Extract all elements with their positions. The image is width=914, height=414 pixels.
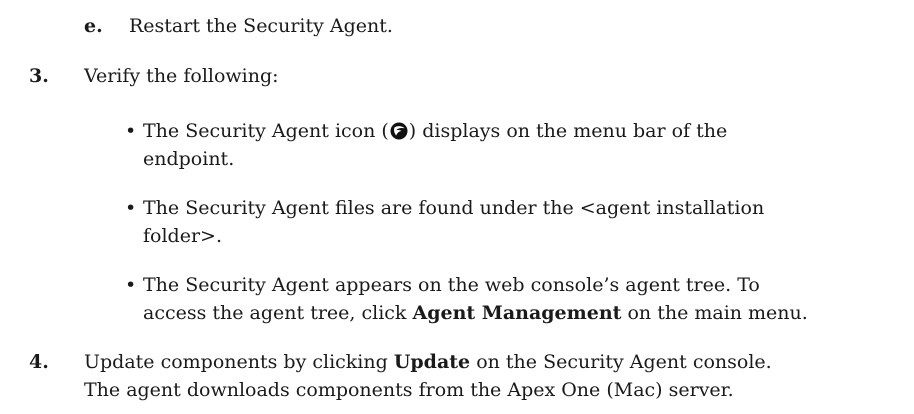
bullet-3-line-2: access the agent tree, click Agent Manag…	[143, 299, 808, 327]
bullet-marker: •	[125, 274, 137, 296]
bullet-marker: •	[125, 120, 137, 142]
step-3-marker: 3.	[29, 65, 49, 87]
step-4-line-2: The agent downloads components from the …	[84, 379, 734, 401]
bullet-1-line-2: endpoint.	[143, 148, 235, 170]
document-page: e. Restart the Security Agent. 3. Verify…	[0, 0, 914, 414]
step-4-line-1: Update components by clicking Update on …	[84, 348, 772, 376]
bullet-1-line-1: The Security Agent icon ( ) displays on t…	[143, 117, 727, 148]
step-3-text: Verify the following:	[84, 65, 279, 87]
bullet-3-text-after: on the main menu.	[621, 302, 808, 324]
update-button-ref: Update	[393, 351, 471, 373]
step-e-marker: e.	[84, 15, 103, 37]
step-4-text-before: Update components by clicking	[84, 351, 394, 373]
step-4-marker: 4.	[29, 351, 49, 373]
bullet-2-line-2: folder>.	[143, 225, 222, 247]
bullet-1-text-before: The Security Agent icon (	[143, 120, 389, 142]
bullet-marker: •	[125, 197, 137, 219]
bullet-2-line-1: The Security Agent files are found under…	[143, 197, 765, 219]
bullet-1-text-after: ) displays on the menu bar of the	[408, 120, 728, 142]
step-e-text: Restart the Security Agent.	[129, 15, 393, 37]
bullet-3-line-1: The Security Agent appears on the web co…	[143, 274, 760, 296]
security-agent-icon	[390, 120, 408, 148]
agent-management-menu-ref: Agent Management	[412, 302, 622, 324]
step-4-text-after: on the Security Agent console.	[470, 351, 772, 373]
bullet-3-text-before: access the agent tree, click	[143, 302, 413, 324]
